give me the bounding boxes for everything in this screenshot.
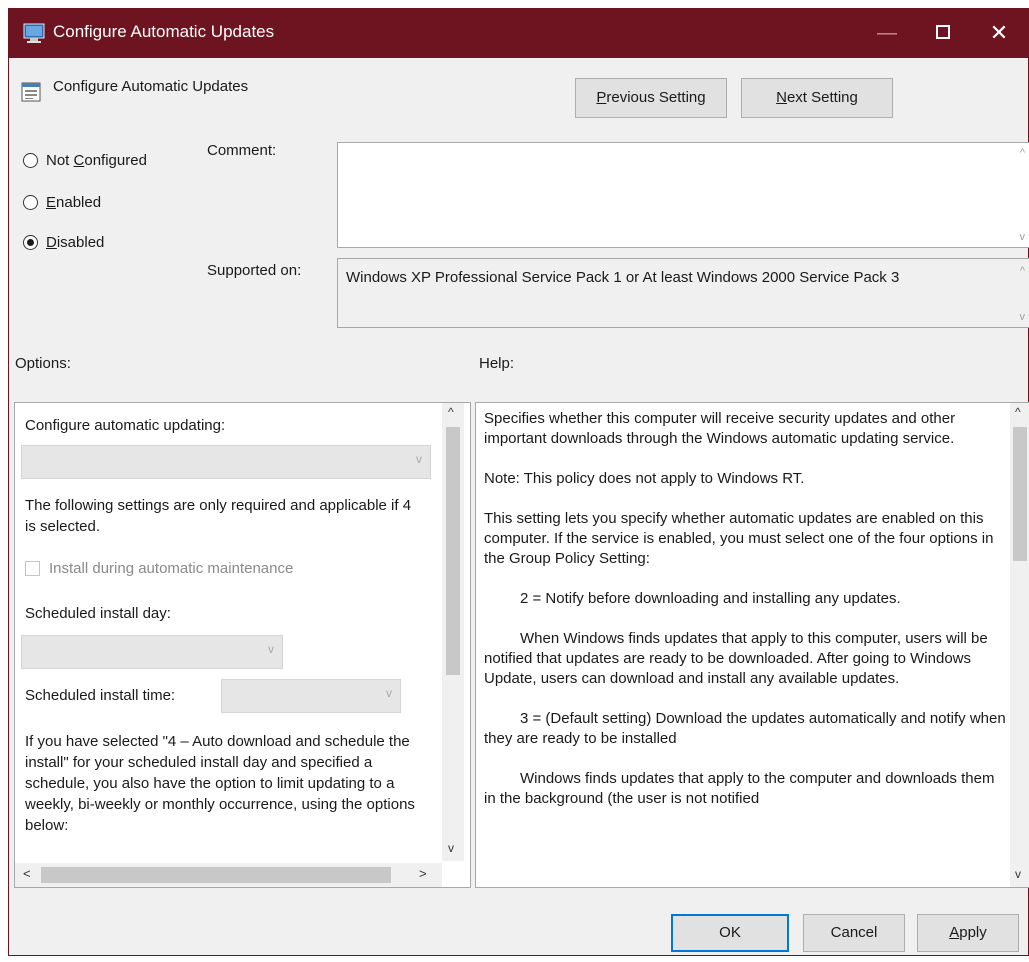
help-panel[interactable]: Specifies whether this computer will rec… bbox=[475, 402, 1029, 888]
maximize-icon bbox=[936, 24, 950, 39]
scroll-right-icon[interactable]: > bbox=[419, 866, 427, 881]
schedule-note: If you have selected "4 – Auto download … bbox=[25, 733, 415, 834]
radio-not-configured[interactable]: Not Configured bbox=[23, 148, 147, 172]
radio-disabled-label: isabled bbox=[56, 233, 105, 251]
supported-on-label: Supported on: bbox=[207, 262, 302, 279]
help-label: Help: bbox=[479, 355, 515, 372]
chevron-down-icon: v bbox=[386, 686, 392, 700]
chevron-down-icon: v bbox=[416, 452, 422, 466]
scroll-up-icon[interactable]: ^ bbox=[448, 405, 454, 419]
radio-disabled[interactable]: Disabled bbox=[23, 230, 104, 254]
apply-label: pply bbox=[959, 924, 987, 941]
help-paragraph: 3 = (Default setting) Download the updat… bbox=[484, 710, 1006, 747]
radio-disabled-circle[interactable] bbox=[23, 234, 38, 250]
help-paragraph: 2 = Notify before downloading and instal… bbox=[520, 590, 901, 607]
install-day-dropdown[interactable]: v bbox=[21, 635, 283, 669]
comment-label: Comment: bbox=[207, 142, 277, 159]
help-paragraph: Specifies whether this computer will rec… bbox=[484, 410, 956, 447]
apply-mnemonic: A bbox=[949, 924, 960, 941]
required-note: The following settings are only required… bbox=[25, 497, 412, 535]
options-label: Options: bbox=[15, 355, 71, 372]
options-horizontal-scrollbar[interactable]: < > bbox=[15, 863, 442, 887]
minimize-button[interactable]: — bbox=[859, 8, 915, 58]
radio-enabled[interactable]: Enabled bbox=[23, 190, 101, 214]
options-scroll-thumb[interactable] bbox=[446, 427, 460, 675]
comment-scroll-down-icon[interactable]: v bbox=[1020, 231, 1026, 243]
radio-enabled-mnemonic: E bbox=[46, 193, 57, 211]
comment-field[interactable]: ^ v bbox=[337, 142, 1029, 248]
supported-on-field[interactable]: Windows XP Professional Service Pack 1 o… bbox=[337, 258, 1029, 328]
help-paragraph: Note: This policy does not apply to Wind… bbox=[484, 470, 805, 487]
radio-disabled-mnemonic: D bbox=[46, 233, 57, 251]
scroll-down-icon[interactable]: v bbox=[448, 841, 454, 855]
help-scroll-thumb[interactable] bbox=[1013, 427, 1027, 561]
supported-scroll-down-icon[interactable]: v bbox=[1020, 311, 1026, 323]
options-hscroll-thumb[interactable] bbox=[41, 867, 391, 883]
radio-not-configured-label: onfigured bbox=[84, 151, 147, 169]
configure-updating-label: Configure automatic updating: bbox=[25, 417, 226, 434]
ok-button[interactable]: OK bbox=[671, 914, 789, 952]
next-setting-label: ext Setting bbox=[786, 89, 858, 106]
options-vertical-scrollbar[interactable]: ^ v bbox=[442, 403, 464, 861]
radio-not-configured-circle[interactable] bbox=[23, 152, 38, 168]
apply-button[interactable]: Apply bbox=[917, 914, 1019, 952]
previous-setting-button[interactable]: Previous Setting bbox=[575, 78, 727, 118]
supported-on-value: Windows XP Professional Service Pack 1 o… bbox=[346, 269, 900, 286]
previous-setting-mnemonic: P bbox=[596, 89, 607, 106]
scroll-left-icon[interactable]: < bbox=[23, 866, 31, 881]
cancel-button[interactable]: Cancel bbox=[803, 914, 905, 952]
comment-scroll-up-icon[interactable]: ^ bbox=[1020, 147, 1025, 159]
next-setting-button[interactable]: Next Setting bbox=[741, 78, 893, 118]
next-setting-mnemonic: N bbox=[776, 89, 787, 106]
window-title: Configure Automatic Updates bbox=[53, 22, 275, 41]
help-paragraph: Windows finds updates that apply to the … bbox=[484, 770, 995, 807]
policy-name: Configure Automatic Updates bbox=[53, 78, 249, 95]
previous-setting-label: revious Setting bbox=[606, 89, 706, 106]
radio-not-configured-prefix: Not bbox=[46, 151, 74, 169]
scroll-down-icon[interactable]: v bbox=[1015, 867, 1021, 881]
radio-enabled-circle[interactable] bbox=[23, 194, 38, 210]
radio-enabled-label: nabled bbox=[56, 193, 102, 211]
install-maintenance-label: Install during automatic maintenance bbox=[49, 560, 294, 577]
radio-not-configured-mnemonic: C bbox=[73, 151, 85, 169]
help-vertical-scrollbar[interactable]: ^ v bbox=[1010, 403, 1029, 887]
configure-updating-dropdown[interactable]: v bbox=[21, 445, 431, 479]
dialog-window: Configure Automatic Updates — ✕ Configur… bbox=[8, 8, 1029, 956]
help-text: Specifies whether this computer will rec… bbox=[484, 409, 1006, 829]
install-day-label: Scheduled install day: bbox=[25, 605, 171, 622]
group-policy-app-icon bbox=[23, 23, 45, 43]
title-bar[interactable]: Configure Automatic Updates — ✕ bbox=[9, 8, 1029, 58]
install-time-label: Scheduled install time: bbox=[25, 687, 176, 704]
policy-setting-icon bbox=[21, 82, 41, 102]
help-paragraph: This setting lets you specify whether au… bbox=[484, 510, 994, 567]
scroll-up-icon[interactable]: ^ bbox=[1015, 405, 1021, 419]
minimize-icon: — bbox=[877, 22, 897, 44]
options-panel[interactable]: Configure automatic updating: v The foll… bbox=[14, 402, 471, 888]
close-icon: ✕ bbox=[989, 20, 1009, 45]
close-button[interactable]: ✕ bbox=[971, 8, 1027, 58]
supported-scroll-up-icon[interactable]: ^ bbox=[1020, 265, 1025, 277]
help-paragraph: When Windows finds updates that apply to… bbox=[484, 630, 988, 687]
chevron-down-icon: v bbox=[268, 642, 274, 656]
install-maintenance-checkbox[interactable] bbox=[25, 561, 40, 576]
maximize-button[interactable] bbox=[915, 8, 971, 58]
install-time-dropdown[interactable]: v bbox=[221, 679, 401, 713]
